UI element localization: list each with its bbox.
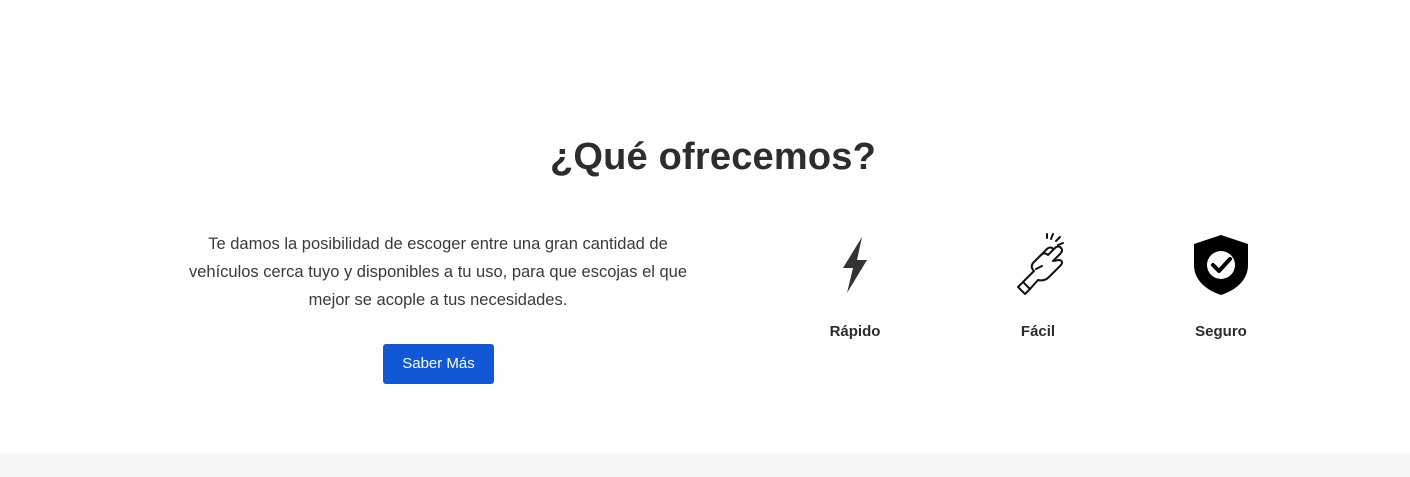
feature-easy: Fácil — [968, 230, 1108, 340]
snapping-hand-icon — [1017, 233, 1064, 295]
learn-more-button[interactable]: Saber Más — [383, 344, 494, 384]
shield-check-icon — [1194, 235, 1248, 295]
offer-section: ¿Qué ofrecemos? Te damos la posibilidad … — [0, 0, 1410, 454]
feature-fast: Rápido — [785, 230, 925, 340]
section-title: ¿Qué ofrecemos? — [549, 136, 877, 178]
next-section-strip — [0, 454, 1410, 477]
feature-label: Rápido — [829, 323, 881, 340]
lightning-icon — [843, 237, 867, 293]
page: ¿Qué ofrecemos? Te damos la posibilidad … — [0, 0, 1410, 477]
feature-label: Fácil — [1020, 323, 1056, 340]
feature-label: Seguro — [1195, 323, 1247, 340]
offer-description: Te damos la posibilidad de escoger entre… — [188, 235, 688, 309]
feature-secure: Seguro — [1151, 230, 1291, 340]
